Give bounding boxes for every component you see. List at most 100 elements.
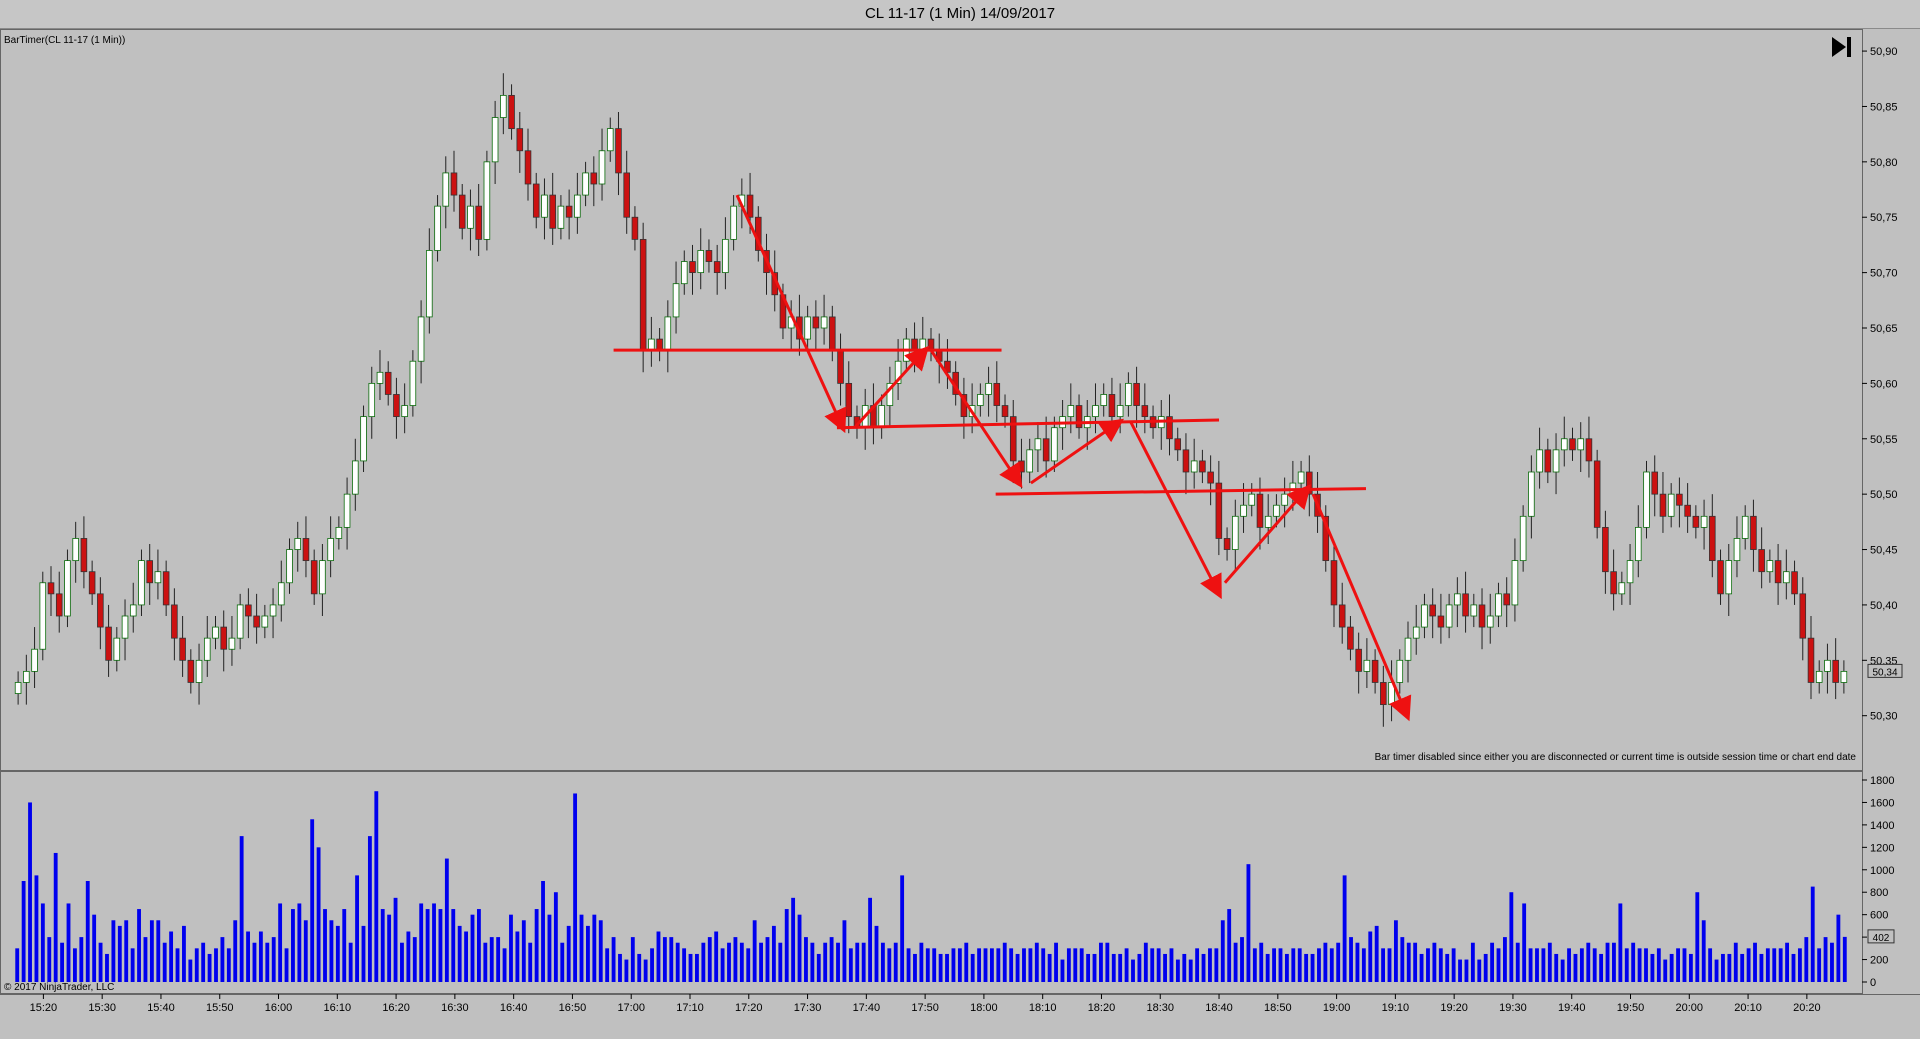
volume-bar: [611, 937, 616, 982]
volume-bar: [361, 925, 366, 982]
volume-bar: [194, 948, 199, 982]
candle-body-down: [1437, 615, 1445, 628]
volume-bar: [733, 937, 738, 982]
volume-bar: [1765, 948, 1770, 982]
volume-bar: [1547, 942, 1552, 982]
time-axis-tick-label: 18:30: [1146, 1002, 1174, 1014]
candle-body-up: [360, 416, 367, 462]
volume-bar: [848, 948, 853, 982]
chart-canvas[interactable]: 50,90 50,85 50,80 50,75 50,70 50,65 50,60 50,55…: [0, 0, 1920, 1039]
volume-bar: [1291, 948, 1296, 982]
volume-bar: [887, 948, 892, 982]
candle-body-up: [1067, 405, 1075, 418]
time-axis-tick-label: 15:50: [206, 1002, 234, 1014]
volume-bar: [913, 953, 917, 982]
candle-body-down: [88, 571, 96, 595]
volume-bar: [1163, 953, 1167, 982]
candle-body-up: [1363, 659, 1371, 672]
candle-body-down: [1462, 593, 1469, 617]
volume-bar: [1413, 942, 1418, 982]
volume-bar: [1131, 959, 1135, 982]
volume-bar: [1188, 959, 1193, 982]
volume-bar: [1554, 953, 1559, 982]
volume-bar: [143, 937, 148, 982]
volume-bar: [695, 953, 699, 982]
volume-bar: [842, 920, 847, 982]
candle-body-down: [1692, 515, 1700, 528]
time-axis-tick-label: 17:30: [794, 1002, 822, 1014]
candle-body-down: [146, 560, 153, 584]
volume-axis-tick-label: 1800: [1870, 775, 1894, 787]
volume-bar: [1252, 948, 1257, 982]
candle-body-up: [203, 637, 211, 661]
volume-bar: [637, 953, 642, 982]
candle-body-up: [278, 582, 285, 606]
candle-body-up: [442, 172, 450, 207]
volume-bar: [1323, 942, 1328, 982]
candle-body-down: [97, 593, 104, 628]
volume-bar: [829, 937, 834, 982]
volume-bar: [323, 909, 327, 982]
time-axis-tick-label: 18:50: [1264, 1002, 1292, 1014]
volume-bar: [1086, 953, 1091, 982]
candle-body-up: [722, 238, 729, 274]
price-panel[interactable]: [0, 29, 1863, 771]
volume-bar: [906, 948, 911, 982]
candle-body-down: [1676, 493, 1683, 506]
volume-bar: [105, 953, 109, 982]
candle-body-down: [1585, 438, 1593, 462]
volume-bar: [1528, 948, 1533, 982]
time-axis-tick-label: 19:20: [1440, 1002, 1468, 1014]
candle-body-down: [80, 538, 88, 573]
volume-bar: [1009, 948, 1014, 982]
volume-bar: [643, 959, 648, 982]
candle-body-down: [746, 194, 754, 218]
volume-bar: [983, 948, 988, 982]
candle-body-down: [1610, 571, 1617, 595]
volume-bar: [1259, 942, 1264, 982]
volume-axis-tick-label: 200: [1870, 955, 1888, 967]
candle-body-down: [623, 172, 630, 218]
candle-body-down: [837, 349, 844, 384]
volume-bar: [188, 959, 193, 982]
last-price-label: 50,34: [1872, 667, 1897, 678]
candle-body-up: [1125, 382, 1132, 406]
candle-body-down: [812, 316, 820, 329]
volume-bar: [432, 903, 436, 982]
volume-bar: [868, 897, 873, 982]
volume-bar: [156, 920, 161, 982]
volume-bar: [278, 903, 283, 982]
volume-bar: [1695, 892, 1700, 982]
candle-body-down: [1758, 549, 1765, 573]
volume-bar: [310, 819, 315, 982]
volume-bar: [1118, 953, 1123, 982]
volume-bar: [707, 937, 712, 982]
volume-bar: [1599, 953, 1604, 982]
volume-bar: [592, 914, 597, 982]
volume-bar: [1182, 953, 1187, 982]
volume-bar: [1374, 925, 1379, 982]
volume-bar: [1201, 953, 1206, 982]
candle-body-down: [171, 604, 178, 639]
candle-body-up: [1733, 538, 1741, 562]
volume-bar: [1579, 948, 1584, 982]
candle-body-up: [1190, 460, 1198, 473]
volume-bar: [951, 948, 956, 982]
volume-bar: [624, 959, 629, 982]
volume-bar: [34, 875, 39, 982]
volume-bar: [284, 948, 289, 982]
candle-body-up: [129, 604, 137, 617]
volume-bar: [1227, 909, 1232, 982]
volume-bar: [412, 937, 417, 982]
candle-body-down: [993, 382, 1001, 406]
candle-body-down: [450, 172, 458, 196]
candle-body-up: [236, 604, 244, 639]
candle-body-up: [1560, 438, 1568, 451]
price-axis: 50,90 50,85 50,80 50,75 50,70 50,65 50,60 50,55…: [1862, 46, 1898, 723]
volume-bar: [521, 920, 526, 982]
volume-bar: [1586, 942, 1591, 982]
volume-bar: [778, 942, 783, 982]
volume-bar: [1740, 953, 1745, 982]
volume-bar: [1567, 948, 1571, 982]
volume-bar: [137, 909, 141, 982]
